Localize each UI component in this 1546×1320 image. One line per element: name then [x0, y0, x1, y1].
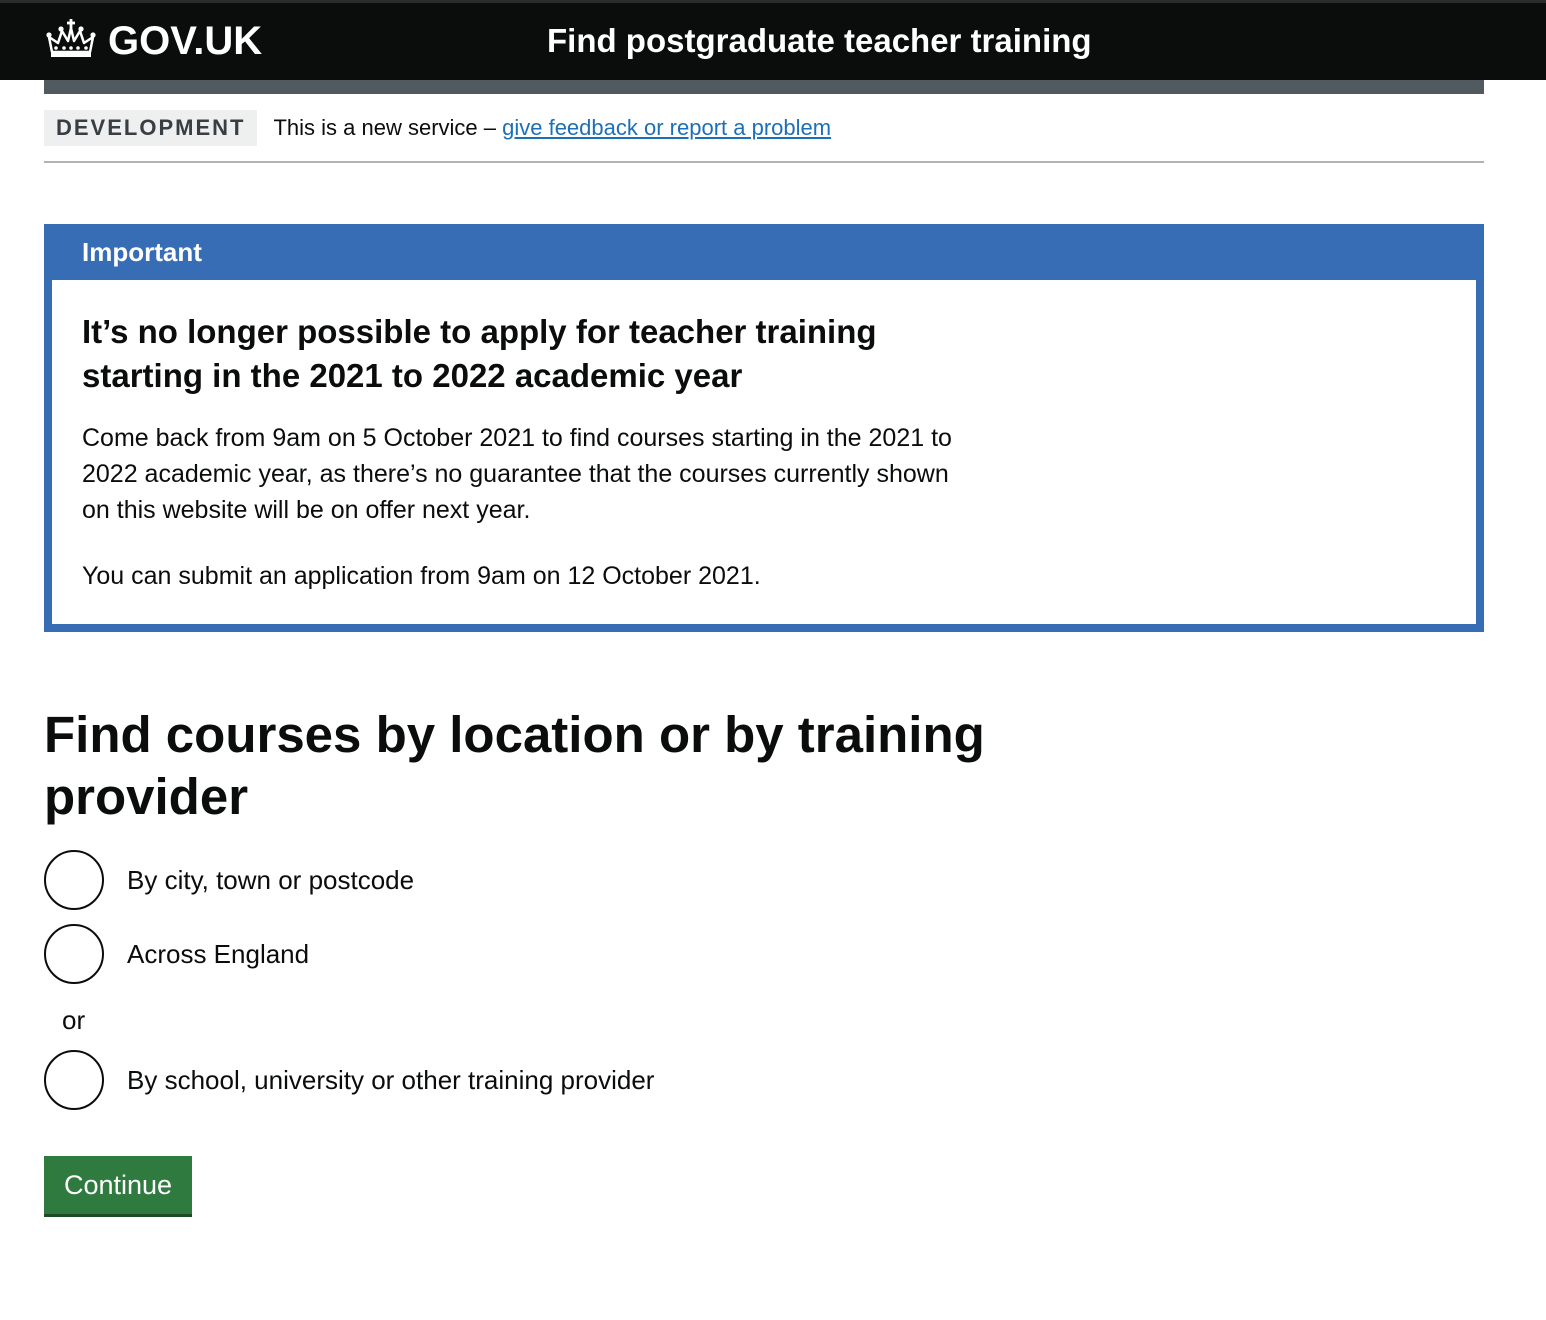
continue-button[interactable]: Continue [44, 1156, 192, 1214]
feedback-link[interactable]: give feedback or report a problem [502, 115, 831, 140]
govuk-logo-link[interactable]: GOV.UK [44, 18, 262, 64]
phase-banner-message: This is a new service – [273, 115, 503, 140]
radio-button[interactable] [44, 1050, 104, 1110]
radio-label: Across England [127, 939, 310, 969]
notification-banner-title: Important [82, 237, 202, 267]
notification-heading: It’s no longer possible to apply for tea… [82, 313, 877, 394]
radio-across-england[interactable]: Across England [44, 924, 309, 984]
service-name-link[interactable]: Find postgraduate teacher training [547, 18, 1092, 64]
radio-button[interactable] [44, 924, 104, 984]
notification-banner-content: It’s no longer possible to apply for tea… [52, 280, 1476, 624]
govuk-logo-text: GOV.UK [108, 19, 263, 63]
radio-divider: or [62, 1005, 86, 1035]
header-top-line [0, 0, 1546, 3]
header-grey-bar [44, 80, 1484, 94]
notification-paragraph-1: Come back from 9am on 5 October 2021 to … [82, 424, 952, 524]
phase-banner: DEVELOPMENT This is a new service – give… [44, 110, 831, 146]
notification-banner: Important It’s no longer possible to app… [44, 224, 1484, 632]
phase-tag: DEVELOPMENT [44, 110, 258, 146]
radio-by-location[interactable]: By city, town or postcode [44, 850, 414, 910]
phase-banner-divider [44, 161, 1484, 163]
notification-paragraph-2: You can submit an application from 9am o… [82, 562, 761, 590]
radio-label: By city, town or postcode [127, 865, 415, 895]
page-title: Find courses by location or by training … [44, 706, 985, 825]
radio-label: By school, university or other training … [127, 1065, 655, 1095]
crown-icon [46, 19, 96, 57]
site-header: GOV.UK Find postgraduate teacher trainin… [0, 0, 1546, 80]
radio-by-provider[interactable]: By school, university or other training … [44, 1050, 654, 1110]
phase-banner-text: This is a new service – give feedback or… [273, 110, 831, 146]
radio-button[interactable] [44, 850, 104, 910]
